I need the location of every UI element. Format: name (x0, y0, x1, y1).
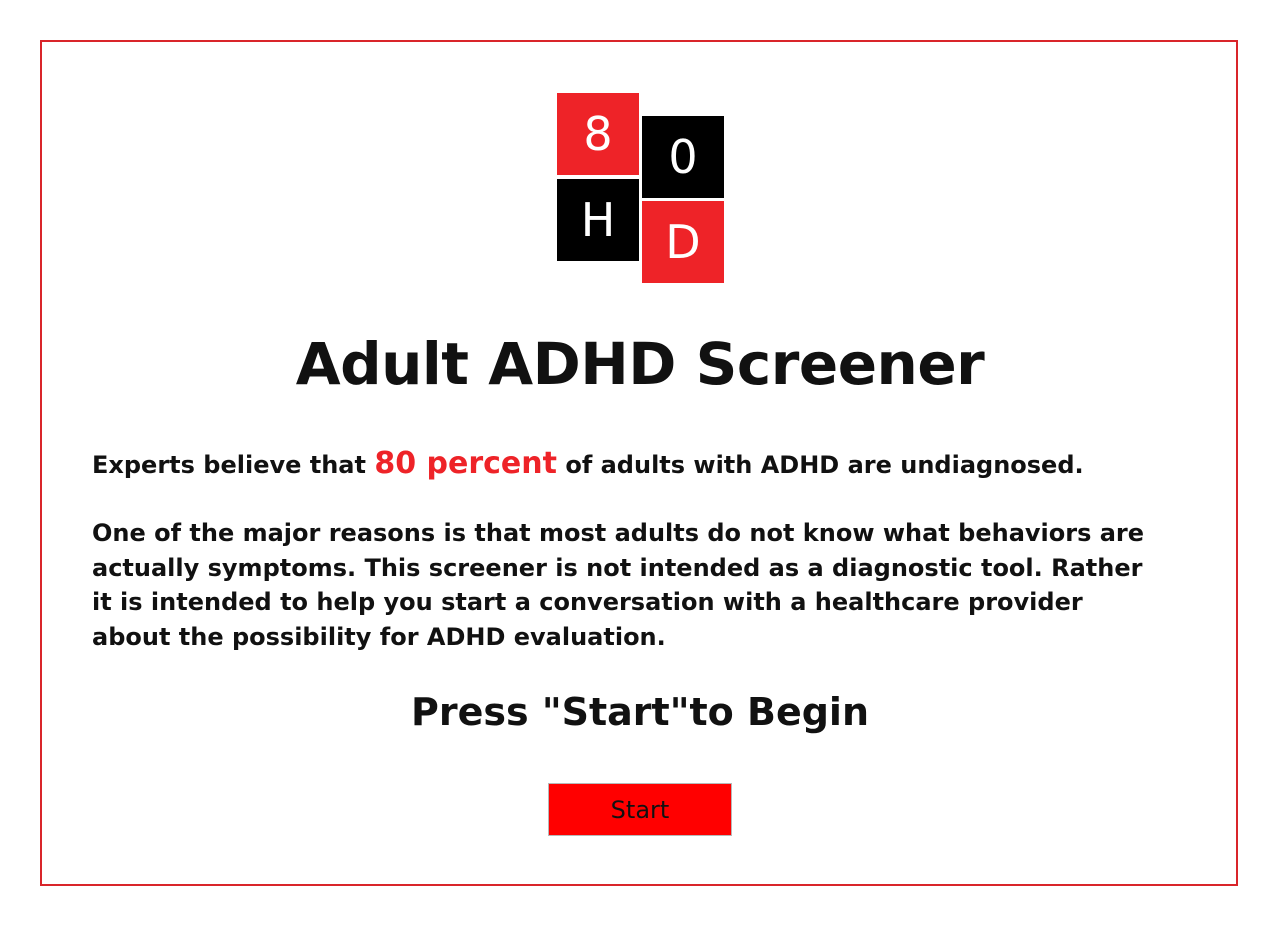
intro-text-after: of adults with ADHD are undiagnosed. (556, 451, 1084, 479)
intro-highlight: 80 percent (374, 446, 557, 481)
logo-tile-8: 8 (557, 93, 639, 175)
logo-tile-d: D (642, 201, 724, 283)
logo-80hd: 8 0 H D (557, 93, 725, 285)
start-prompt: Press "Start"to Begin (410, 690, 870, 734)
start-button[interactable]: Start (548, 783, 732, 836)
intro-text-before: Experts believe that (92, 451, 375, 479)
logo-tile-h: H (557, 179, 639, 261)
logo-tile-0: 0 (642, 116, 724, 198)
page-title: Adult ADHD Screener (295, 330, 985, 398)
description-paragraph: One of the major reasons is that most ad… (92, 519, 1145, 651)
intro-statement: Experts believe that 80 percent of adult… (92, 446, 1172, 481)
